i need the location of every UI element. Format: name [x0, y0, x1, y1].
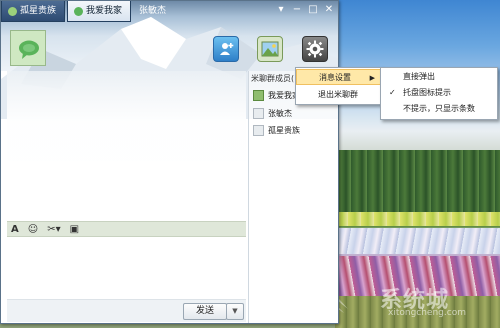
submenu-item-popup[interactable]: 直接弹出 [381, 69, 497, 85]
menu-item-label: 消息设置 [319, 73, 351, 82]
menu-item-exit-group[interactable]: 退出米聊群 [296, 87, 381, 103]
send-button[interactable]: 发送 [183, 303, 227, 320]
send-options-dropdown[interactable]: ▼ [226, 303, 244, 320]
close-icon[interactable]: ✕ [324, 5, 334, 15]
message-settings-submenu: 直接弹出 ✓ 托盘图标提示 不提示，只显示条数 [380, 67, 498, 120]
member-item[interactable]: 我爱我家 [253, 88, 300, 102]
message-history-area[interactable] [7, 71, 246, 223]
message-input[interactable] [7, 238, 246, 298]
menu-item-label: 退出米聊群 [318, 90, 358, 99]
group-members-panel: 米聊群成员( 我爱我家 张敏杰 孤星贵族 [248, 71, 338, 323]
chat-bubble-icon [19, 40, 39, 59]
tab-group-2[interactable]: 我爱我家 [67, 1, 132, 22]
settings-button[interactable] [302, 36, 328, 62]
context-menu: 消息设置 ▶ 退出米聊群 [295, 67, 382, 105]
tab-label: 孤星贵族 [20, 6, 57, 16]
group-avatar[interactable] [10, 30, 46, 66]
member-avatar-icon [253, 89, 264, 101]
menu-dropdown-icon[interactable]: ▾ [276, 5, 286, 15]
wallpaper-field [335, 212, 500, 226]
input-footer: 发送 ▼ [7, 299, 246, 322]
tab-group-1[interactable]: 孤星贵族 [1, 1, 66, 22]
group-chat-icon [74, 6, 84, 16]
tab-label: 我爱我家 [86, 6, 123, 16]
member-item[interactable]: 张敏杰 [253, 106, 292, 120]
wallpaper-field [335, 228, 500, 254]
member-avatar-icon [253, 107, 264, 119]
window-controls: ▾ − □ ✕ [276, 5, 334, 15]
photo-icon [261, 41, 279, 57]
members-title: 米聊群成员( [251, 74, 295, 83]
menu-item-message-settings[interactable]: 消息设置 ▶ [296, 69, 381, 85]
wallpaper-trees [335, 150, 500, 212]
watermark-url: xitongcheng.com [388, 308, 466, 318]
group-chat-icon [8, 6, 17, 16]
group-chat-window: 孤星贵族 我爱我家 张敏杰 ▾ − □ ✕ A ☺ ✂▾ ▣ 发送 ▼ 米聊群成… [0, 0, 339, 324]
maximize-icon[interactable]: □ [308, 5, 318, 15]
add-members-icon [220, 43, 234, 55]
submenu-item-label: 直接弹出 [403, 72, 435, 81]
member-avatar-icon [253, 124, 264, 136]
format-toolbar: A ☺ ✂▾ ▣ [7, 221, 246, 237]
member-name: 孤星贵族 [268, 125, 300, 135]
font-icon[interactable]: A [11, 224, 19, 235]
scissors-icon[interactable]: ✂▾ [47, 224, 60, 235]
minimize-icon[interactable]: − [292, 5, 302, 15]
tab-contact[interactable]: 张敏杰 [133, 1, 174, 21]
screenshot-icon[interactable]: ▣ [70, 224, 79, 235]
emoji-icon[interactable]: ☺ [28, 224, 38, 235]
member-name: 张敏杰 [268, 108, 292, 118]
photo-album-button[interactable] [257, 36, 283, 62]
chat-tabs: 孤星贵族 我爱我家 张敏杰 [1, 1, 176, 23]
gear-icon [306, 40, 324, 58]
submenu-arrow-icon: ▶ [369, 74, 375, 82]
tab-label: 张敏杰 [139, 6, 167, 16]
group-members-button[interactable] [213, 36, 239, 62]
submenu-item-label: 托盘图标提示 [403, 88, 451, 97]
submenu-item-count-only[interactable]: 不提示，只显示条数 [381, 101, 497, 117]
member-item[interactable]: 孤星贵族 [253, 123, 300, 137]
submenu-item-label: 不提示，只显示条数 [403, 104, 475, 113]
check-icon: ✓ [389, 88, 396, 97]
submenu-item-tray-hint[interactable]: ✓ 托盘图标提示 [381, 85, 497, 101]
